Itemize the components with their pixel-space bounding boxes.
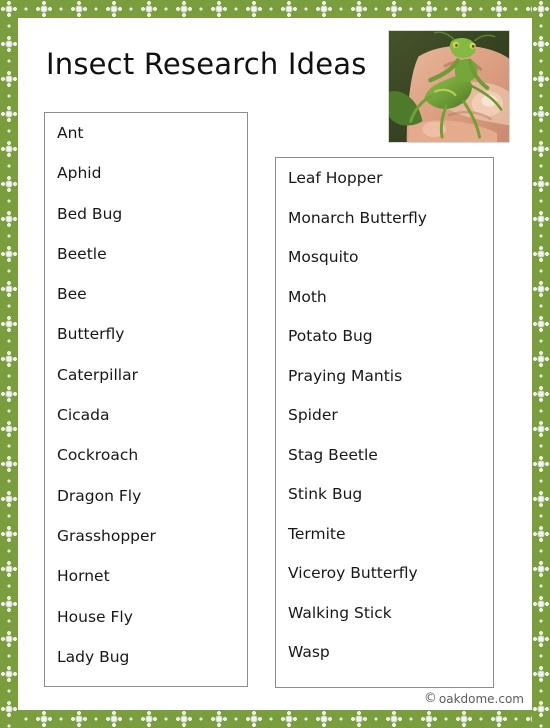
list-item: Ant: [57, 124, 84, 142]
list-item: House Fly: [57, 607, 133, 626]
list-item: Monarch Butterfly: [288, 208, 427, 227]
list-item: Stink Bug: [288, 485, 363, 503]
page-title: Insect Research Ideas: [46, 47, 367, 81]
copyright-text: oakdome.com: [438, 692, 524, 706]
list-item: Moth: [288, 287, 327, 306]
list-item: Wasp: [288, 643, 330, 661]
worksheet-page: Insect Research Ideas Ant Aphid Bed Bug …: [0, 0, 550, 728]
copyright-icon: ©: [423, 691, 437, 706]
decorative-border-bottom: [0, 710, 550, 728]
list-item: Stag Beetle: [288, 445, 378, 464]
decorative-border-right: [532, 0, 550, 728]
list-item: Grasshopper: [57, 526, 156, 545]
list-item: Lady Bug: [57, 647, 130, 666]
decorative-border-top: [0, 0, 550, 18]
praying-mantis-photo: [388, 30, 510, 143]
list-item: Leaf Hopper: [288, 169, 383, 187]
insect-list-box-2: Leaf Hopper Monarch Butterfly Mosquito M…: [275, 157, 494, 688]
list-item: Hornet: [57, 567, 110, 586]
list-item: Praying Mantis: [288, 366, 403, 385]
copyright-watermark: © oakdome.com: [423, 691, 524, 707]
list-item: Potato Bug: [288, 327, 373, 345]
list-item: Cockroach: [57, 446, 139, 465]
list-item: Caterpillar: [57, 365, 138, 384]
list-item: Mosquito: [288, 248, 359, 266]
list-item: Termite: [288, 524, 346, 543]
list-item: Spider: [288, 406, 338, 424]
insect-list-box-1: Ant Aphid Bed Bug Beetle Bee Butterfly C…: [44, 112, 248, 687]
list-item: Aphid: [57, 164, 102, 183]
list-item: Bed Bug: [57, 204, 123, 223]
list-item: Dragon Fly: [57, 486, 142, 505]
list-item: Cicada: [57, 406, 110, 425]
list-item: Beetle: [57, 244, 107, 263]
list-item: Walking Stick: [288, 603, 392, 622]
list-item: Bee: [57, 285, 87, 304]
list-item: Butterfly: [57, 325, 125, 344]
list-item: Viceroy Butterfly: [288, 564, 418, 582]
decorative-border-left: [0, 0, 18, 728]
